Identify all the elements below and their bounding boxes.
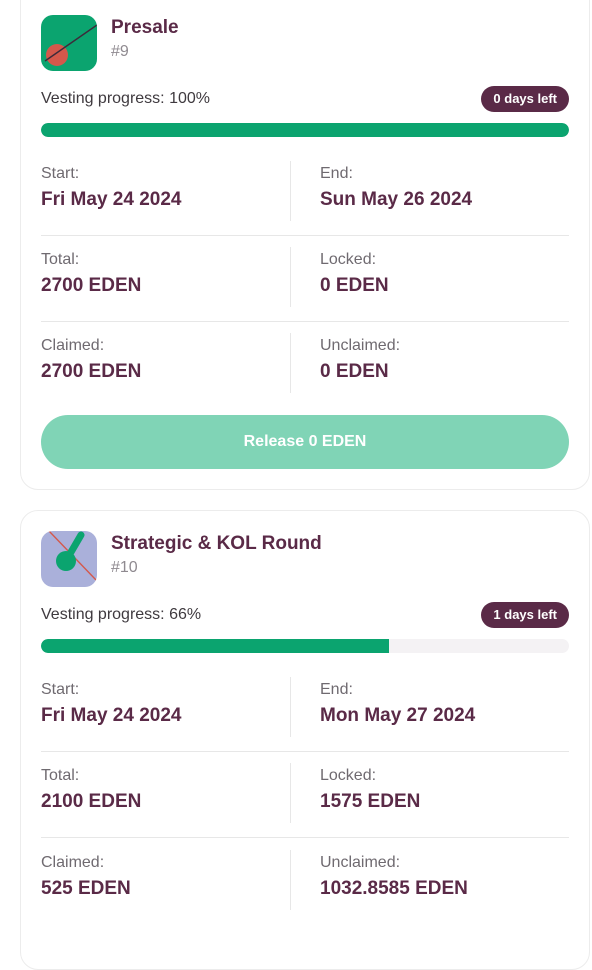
vesting-title: Presale — [111, 17, 179, 38]
start-value: Fri May 24 2024 — [41, 189, 182, 210]
vesting-card-strategic: Strategic & KOL Round #10 Vesting progre… — [20, 510, 590, 970]
end-cell: End: Sun May 26 2024 — [320, 161, 569, 221]
vesting-avatar-icon — [41, 15, 97, 71]
progress-bar-fill — [41, 123, 569, 137]
unclaimed-cell: Unclaimed: 0 EDEN — [320, 333, 569, 393]
claimed-cell: Claimed: 525 EDEN — [41, 850, 291, 910]
vesting-id: #10 — [111, 559, 138, 576]
total-cell: Total: 2700 EDEN — [41, 247, 291, 307]
date-row: Start: Fri May 24 2024 End: Mon May 27 2… — [41, 665, 569, 752]
progress-bar — [41, 639, 569, 653]
start-label: Start: — [41, 165, 80, 182]
start-label: Start: — [41, 681, 80, 698]
total-label: Total: — [41, 251, 80, 268]
release-row: Release 0 EDEN — [41, 415, 569, 469]
amount-row: Total: 2100 EDEN Locked: 1575 EDEN — [41, 751, 569, 838]
progress-label: Vesting progress: 66% — [41, 606, 202, 623]
release-button[interactable]: Release 0 EDEN — [41, 415, 569, 469]
total-value: 2700 EDEN — [41, 275, 142, 296]
locked-cell: Locked: 0 EDEN — [320, 247, 569, 307]
unclaimed-value: 1032.8585 EDEN — [320, 878, 468, 899]
progress-label: Vesting progress: 100% — [41, 90, 210, 107]
start-cell: Start: Fri May 24 2024 — [41, 161, 291, 221]
amount-row: Total: 2700 EDEN Locked: 0 EDEN — [41, 235, 569, 322]
locked-cell: Locked: 1575 EDEN — [320, 763, 569, 823]
end-value: Mon May 27 2024 — [320, 705, 476, 726]
claim-row: Claimed: 525 EDEN Unclaimed: 1032.8585 E… — [41, 838, 569, 924]
progress-row: Vesting progress: 66% 1 days left — [41, 602, 569, 630]
claimed-value: 525 EDEN — [41, 878, 131, 899]
end-value: Sun May 26 2024 — [320, 189, 473, 210]
days-left-badge: 0 days left — [481, 86, 569, 112]
claimed-cell: Claimed: 2700 EDEN — [41, 333, 291, 393]
start-cell: Start: Fri May 24 2024 — [41, 677, 291, 737]
vesting-header: Strategic & KOL Round #10 — [41, 531, 569, 587]
total-label: Total: — [41, 767, 80, 784]
date-row: Start: Fri May 24 2024 End: Sun May 26 2… — [41, 149, 569, 236]
progress-bar-fill — [41, 639, 390, 653]
unclaimed-cell: Unclaimed: 1032.8585 EDEN — [320, 850, 569, 910]
vesting-title: Strategic & KOL Round — [111, 533, 322, 554]
unclaimed-value: 0 EDEN — [320, 361, 389, 382]
days-left-badge: 1 days left — [481, 602, 569, 628]
locked-label: Locked: — [320, 767, 377, 784]
end-label: End: — [320, 681, 353, 698]
locked-label: Locked: — [320, 251, 377, 268]
claimed-value: 2700 EDEN — [41, 361, 142, 382]
locked-value: 0 EDEN — [320, 275, 389, 296]
end-label: End: — [320, 165, 353, 182]
claimed-label: Claimed: — [41, 854, 105, 871]
unclaimed-label: Unclaimed: — [320, 337, 401, 354]
total-value: 2100 EDEN — [41, 791, 142, 812]
end-cell: End: Mon May 27 2024 — [320, 677, 569, 737]
vesting-id: #9 — [111, 43, 129, 60]
locked-value: 1575 EDEN — [320, 791, 421, 812]
claimed-label: Claimed: — [41, 337, 105, 354]
vesting-card-presale: Presale #9 Vesting progress: 100% 0 days… — [20, 0, 590, 490]
vesting-header: Presale #9 — [41, 15, 569, 71]
start-value: Fri May 24 2024 — [41, 705, 182, 726]
progress-bar — [41, 123, 569, 137]
progress-row: Vesting progress: 100% 0 days left — [41, 86, 569, 114]
total-cell: Total: 2100 EDEN — [41, 763, 291, 823]
unclaimed-label: Unclaimed: — [320, 854, 401, 871]
vesting-avatar-icon — [41, 531, 97, 587]
claim-row: Claimed: 2700 EDEN Unclaimed: 0 EDEN — [41, 321, 569, 407]
